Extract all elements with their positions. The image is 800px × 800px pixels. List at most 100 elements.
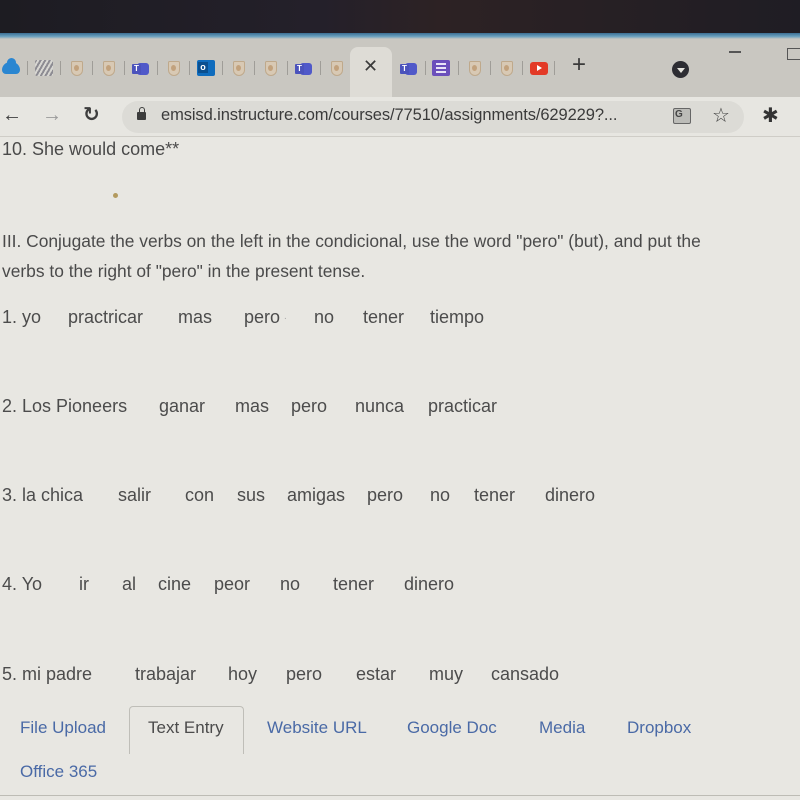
tab-canvas[interactable] bbox=[230, 59, 248, 77]
tab-teams[interactable] bbox=[132, 59, 150, 77]
exercise-word: no bbox=[430, 485, 451, 505]
exercise-word: trabajar bbox=[135, 664, 197, 684]
shield-icon bbox=[71, 60, 83, 76]
stray-mark bbox=[113, 193, 118, 198]
shield-icon bbox=[331, 60, 343, 76]
tab-office-365[interactable]: Office 365 bbox=[20, 762, 97, 782]
tab-website-url[interactable]: Website URL bbox=[267, 718, 367, 738]
exercise-word: mas bbox=[235, 396, 270, 416]
tab-teams[interactable] bbox=[400, 59, 418, 77]
tab-separator bbox=[425, 61, 426, 75]
forward-button[interactable]: → bbox=[42, 104, 62, 126]
exercise-word: tener bbox=[363, 307, 405, 327]
previous-item-text: 10. She would come** bbox=[2, 139, 180, 159]
exercise-word: al bbox=[122, 574, 137, 594]
shield-icon bbox=[103, 60, 115, 76]
tab-separator bbox=[554, 61, 555, 75]
exercise-word: con bbox=[185, 485, 215, 505]
shield-icon bbox=[233, 60, 245, 76]
exercise-word: hoy bbox=[228, 664, 258, 684]
exercise-word: peor bbox=[214, 574, 251, 594]
instructions-line-2: verbs to the right of "pero" in the pres… bbox=[2, 261, 366, 281]
skyward-icon bbox=[35, 60, 53, 76]
exercise-word: no bbox=[314, 307, 335, 327]
teams-icon bbox=[295, 60, 313, 76]
tab-canvas[interactable] bbox=[466, 59, 484, 77]
exercise-word: tiempo bbox=[430, 307, 485, 327]
youtube-icon bbox=[530, 61, 548, 75]
tab-search-dropdown-icon[interactable] bbox=[672, 61, 689, 78]
exercise-word: cansado bbox=[491, 664, 560, 684]
exercise-word: sus bbox=[237, 485, 266, 505]
minimize-window-button[interactable] bbox=[729, 51, 741, 53]
tab-separator bbox=[222, 61, 223, 75]
tab-text-entry[interactable]: Text Entry bbox=[148, 718, 224, 738]
tab-file-upload[interactable]: File Upload bbox=[20, 718, 106, 738]
tab-canvas[interactable] bbox=[262, 59, 280, 77]
tab-onedrive[interactable] bbox=[2, 58, 20, 77]
exercise-word: salir bbox=[118, 485, 152, 505]
tab-dropbox[interactable]: Dropbox bbox=[627, 718, 691, 738]
tab-skyward[interactable] bbox=[35, 59, 53, 77]
tab-forms[interactable] bbox=[432, 59, 450, 77]
exercise-word: pero bbox=[291, 396, 328, 416]
exercise-word: dinero bbox=[545, 485, 596, 505]
tab-outlook[interactable] bbox=[197, 59, 215, 77]
browser-tab-strip: ✕ + bbox=[0, 39, 800, 97]
exercise-word: pero bbox=[244, 307, 281, 327]
exercise-word: 4. Yo bbox=[2, 574, 43, 594]
exercise-word: tener bbox=[333, 574, 375, 594]
tab-canvas[interactable] bbox=[165, 59, 183, 77]
tab-teams[interactable] bbox=[295, 59, 313, 77]
maximize-window-button[interactable] bbox=[787, 48, 800, 60]
exercise-word: 1. yo bbox=[2, 307, 42, 327]
close-tab-icon[interactable]: ✕ bbox=[363, 56, 378, 77]
tab-separator bbox=[27, 61, 28, 75]
exercise-word: nunca bbox=[355, 396, 405, 416]
exercise-word: pero bbox=[286, 664, 323, 684]
exercise-word: practricar bbox=[68, 307, 144, 327]
shield-icon bbox=[501, 60, 513, 76]
extensions-puzzle-icon[interactable]: ✱ bbox=[762, 103, 779, 128]
tab-separator bbox=[458, 61, 459, 75]
tab-canvas[interactable] bbox=[498, 59, 516, 77]
tab-separator bbox=[254, 61, 255, 75]
assignment-content: 10. She would come** III. Conjugate the … bbox=[0, 137, 800, 800]
lock-icon[interactable] bbox=[137, 107, 146, 120]
new-tab-button[interactable]: + bbox=[572, 53, 586, 77]
exercise-word: tener bbox=[474, 485, 516, 505]
onedrive-icon bbox=[2, 58, 20, 74]
tab-canvas[interactable] bbox=[100, 59, 118, 77]
shield-icon bbox=[469, 60, 481, 76]
tab-media[interactable]: Media bbox=[539, 718, 585, 738]
shield-icon bbox=[168, 60, 180, 76]
tab-canvas[interactable] bbox=[68, 59, 86, 77]
reload-button[interactable]: ↻ bbox=[83, 104, 100, 126]
tab-separator bbox=[522, 61, 523, 75]
exercise-word: 3. la chica bbox=[2, 485, 84, 505]
instructions-line-1: III. Conjugate the verbs on the left in … bbox=[2, 231, 701, 251]
submission-type-tabs: File Upload Text Entry Website URL Googl… bbox=[0, 706, 800, 800]
tab-google-doc[interactable]: Google Doc bbox=[407, 718, 497, 738]
exercise-word: 5. mi padre bbox=[2, 664, 93, 684]
tab-canvas[interactable] bbox=[328, 59, 346, 77]
translate-icon[interactable] bbox=[673, 108, 691, 124]
exercise-word: muy bbox=[429, 664, 464, 684]
teams-icon bbox=[132, 60, 150, 76]
tab-separator bbox=[157, 61, 158, 75]
tab-separator bbox=[124, 61, 125, 75]
exercise-word: amigas bbox=[287, 485, 346, 505]
tab-separator bbox=[189, 61, 190, 75]
text-entry-box-top-border bbox=[0, 795, 800, 796]
exercise-word: no bbox=[280, 574, 301, 594]
exercise-word: 2. Los Pioneers bbox=[2, 396, 128, 416]
outlook-icon bbox=[197, 60, 215, 76]
exercise-word: dinero bbox=[404, 574, 455, 594]
back-button[interactable]: ← bbox=[2, 104, 22, 126]
exercise-word: practicar bbox=[428, 396, 498, 416]
exercise-word: estar bbox=[356, 664, 397, 684]
bookmark-star-icon[interactable]: ☆ bbox=[712, 103, 730, 128]
url-text[interactable]: emsisd.instructure.com/courses/77510/ass… bbox=[161, 106, 617, 125]
tab-youtube[interactable] bbox=[530, 59, 548, 77]
tab-separator bbox=[490, 61, 491, 75]
